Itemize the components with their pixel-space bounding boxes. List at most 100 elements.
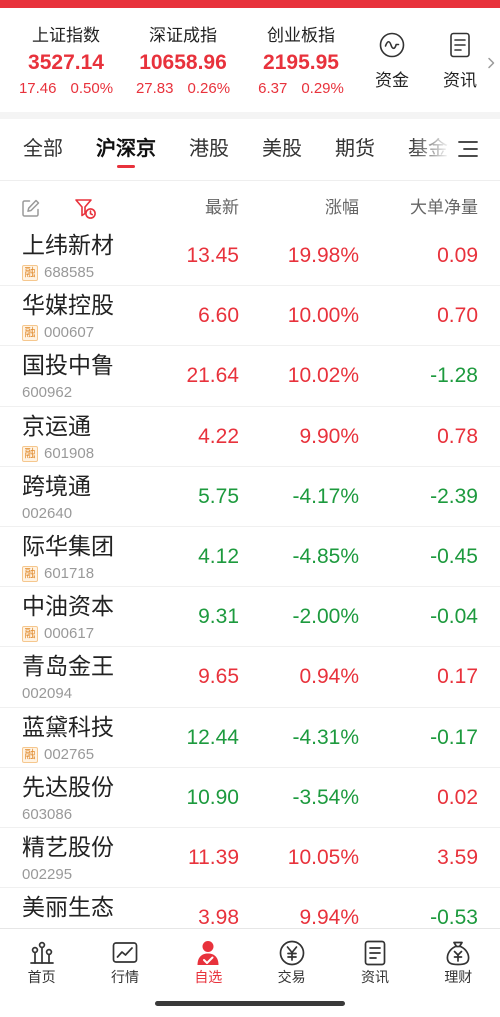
tabs-fade-overlay xyxy=(410,119,454,180)
index-change-line: 6.37 0.29% xyxy=(242,79,360,99)
index-name: 创业板指 xyxy=(267,26,335,45)
column-header-latest[interactable]: 最新 xyxy=(205,196,239,220)
section-divider xyxy=(0,112,500,119)
stock-name: 精艺股份 xyxy=(22,833,114,860)
nav-trade[interactable]: 交易 xyxy=(250,929,333,991)
tab-label: 港股 xyxy=(189,138,229,160)
stock-row[interactable]: 中油资本融 000617 9.31 -2.00% -0.04 xyxy=(0,587,500,648)
stock-price: 4.22 xyxy=(198,424,239,448)
chevron-right-icon[interactable] xyxy=(487,57,495,69)
nav-home[interactable]: 首页 xyxy=(0,929,83,991)
index-value: 2195.95 xyxy=(263,51,339,74)
stock-change-pct: 9.94% xyxy=(299,906,359,928)
stock-row[interactable]: 国投中鲁 600962 21.64 10.02% -1.28 xyxy=(0,346,500,407)
index-tile-szse[interactable]: 深证成指 10658.96 27.83 0.26% xyxy=(124,8,242,112)
stock-name: 蓝黛科技 xyxy=(22,713,114,740)
tab-futures[interactable]: 期货 xyxy=(335,119,375,180)
stock-change-pct: -2.00% xyxy=(292,605,359,629)
filter-icon[interactable] xyxy=(74,197,97,220)
stock-net-volume: 0.17 xyxy=(437,665,478,689)
index-change: 17.46 xyxy=(18,80,57,97)
stock-change-pct: 9.90% xyxy=(299,424,359,448)
stock-name: 国投中鲁 xyxy=(22,352,114,379)
index-change-line: 17.46 0.50% xyxy=(7,79,125,99)
stock-price: 3.98 xyxy=(198,906,239,928)
stock-price: 4.12 xyxy=(198,544,239,568)
news-icon xyxy=(361,939,389,967)
nav-label: 交易 xyxy=(277,969,306,985)
stock-code-line: 融 000607 xyxy=(22,324,94,342)
stock-row[interactable]: 青岛金王 002094 9.65 0.94% 0.17 xyxy=(0,647,500,708)
quick-link-news[interactable]: 资讯 xyxy=(430,8,490,108)
stock-price: 10.90 xyxy=(186,785,239,809)
stock-row[interactable]: 上纬新材融 688585 13.45 19.98% 0.09 xyxy=(0,226,500,287)
tab-all[interactable]: 全部 xyxy=(23,119,63,180)
stock-row[interactable]: 蓝黛科技融 002765 12.44 -4.31% -0.17 xyxy=(0,708,500,768)
stock-code-line: 融 688585 xyxy=(22,264,94,282)
nav-market[interactable]: 行情 xyxy=(83,929,166,991)
stock-code-line: 002094 xyxy=(22,685,72,703)
stock-name: 跨境通 xyxy=(22,472,91,499)
index-name: 上证指数 xyxy=(32,26,100,45)
stock-code-line: 融 002765 xyxy=(22,746,94,764)
stock-row[interactable]: 美丽生态 3.98 9.94% -0.53 xyxy=(0,888,500,928)
trade-yuan-icon xyxy=(278,939,306,967)
column-header-net-volume[interactable]: 大单净量 xyxy=(410,196,478,220)
stock-net-volume: 0.09 xyxy=(437,244,478,267)
stock-name: 美丽生态 xyxy=(22,894,114,921)
nav-label: 首页 xyxy=(27,969,56,985)
stock-change-pct: -3.54% xyxy=(292,785,359,809)
stock-code: 601718 xyxy=(44,564,95,582)
stock-code: 601908 xyxy=(44,444,95,462)
stock-name: 京运通 xyxy=(22,412,91,439)
margin-badge: 融 xyxy=(22,445,38,462)
tab-label: 沪深京 xyxy=(96,138,156,160)
nav-label: 理财 xyxy=(444,969,473,985)
market-chart-icon xyxy=(111,939,139,967)
tab-hk-stocks[interactable]: 港股 xyxy=(189,119,229,180)
tab-hs-market[interactable]: 沪深京 xyxy=(96,119,156,180)
index-change-pct: 0.29% xyxy=(301,80,344,97)
index-change: 6.37 xyxy=(258,80,288,97)
margin-badge: 融 xyxy=(22,265,38,281)
stock-net-volume: -0.17 xyxy=(430,725,478,749)
stock-row[interactable]: 跨境通 002640 5.75 -4.17% -2.39 xyxy=(0,467,500,527)
margin-badge: 融 xyxy=(22,325,38,342)
stock-net-volume: -2.39 xyxy=(430,484,478,508)
nav-wealth[interactable]: 理财 xyxy=(417,929,500,991)
stock-code: 688585 xyxy=(44,264,95,281)
nav-news[interactable]: 资讯 xyxy=(333,929,416,991)
nav-watchlist[interactable]: 自选 xyxy=(167,929,250,991)
stock-net-volume: -0.45 xyxy=(430,544,478,568)
stock-code: 002640 xyxy=(22,504,73,522)
stock-row[interactable]: 精艺股份 002295 11.39 10.05% 3.59 xyxy=(0,828,500,889)
stock-net-volume: 3.59 xyxy=(437,845,478,869)
stock-price: 12.44 xyxy=(186,725,239,749)
stock-row[interactable]: 先达股份 603086 10.90 -3.54% 0.02 xyxy=(0,768,500,828)
quick-link-funds[interactable]: 资金 xyxy=(362,8,422,108)
index-tile-sse[interactable]: 上证指数 3527.14 17.46 0.50% xyxy=(7,8,125,112)
menu-icon[interactable] xyxy=(456,139,480,159)
margin-badge: 融 xyxy=(22,626,38,643)
stock-name: 中油资本 xyxy=(22,593,114,620)
stock-change-pct: -4.85% xyxy=(292,544,359,568)
stock-code: 002765 xyxy=(44,745,95,763)
stock-row[interactable]: 京运通融 601908 4.22 9.90% 0.78 xyxy=(0,407,500,467)
stock-code: 600962 xyxy=(22,384,73,402)
stock-change-pct: 0.94% xyxy=(299,665,359,689)
stock-row[interactable]: 际华集团融 601718 4.12 -4.85% -0.45 xyxy=(0,527,500,588)
stock-net-volume: 0.78 xyxy=(437,424,478,448)
nav-label: 自选 xyxy=(194,969,223,985)
nav-label: 资讯 xyxy=(360,969,389,985)
index-tile-chinext[interactable]: 创业板指 2195.95 6.37 0.29% xyxy=(242,8,360,112)
stock-list[interactable]: 上纬新材融 688585 13.45 19.98% 0.09 华媒控股融 000607 6.6… xyxy=(0,226,500,928)
column-header-change-pct[interactable]: 涨幅 xyxy=(325,196,359,220)
stock-change-pct: -4.17% xyxy=(292,484,359,508)
tab-label: 全部 xyxy=(23,138,63,160)
stock-code: 000607 xyxy=(44,324,95,342)
edit-icon[interactable] xyxy=(20,198,41,219)
stock-name: 青岛金王 xyxy=(22,653,114,680)
tab-label: 美股 xyxy=(262,138,302,160)
stock-row[interactable]: 华媒控股融 000607 6.60 10.00% 0.70 xyxy=(0,286,500,347)
tab-us-stocks[interactable]: 美股 xyxy=(262,119,302,180)
